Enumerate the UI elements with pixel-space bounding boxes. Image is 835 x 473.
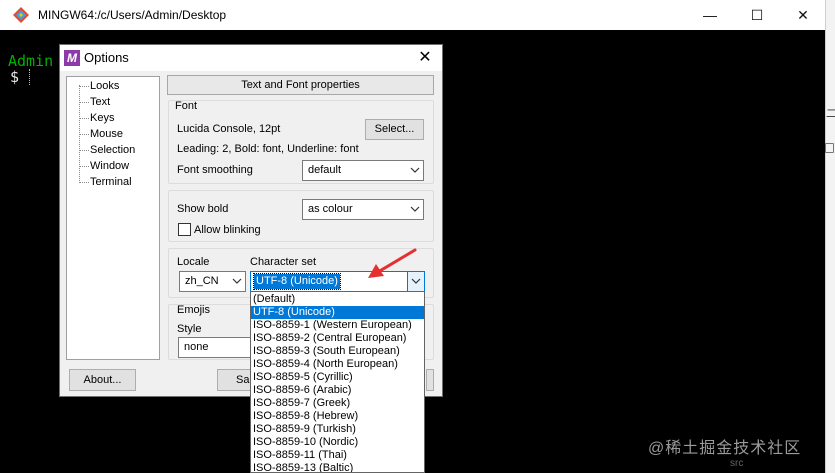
background-bottom-fragment: src: [730, 458, 744, 469]
close-icon[interactable]: ✕: [414, 47, 436, 69]
chevron-down-icon: [406, 200, 423, 219]
locale-value: zh_CN: [185, 275, 219, 287]
locale-select[interactable]: zh_CN: [179, 271, 246, 292]
locale-label: Locale: [177, 256, 210, 268]
show-bold-label: Show bold: [177, 203, 229, 215]
charset-option[interactable]: ISO-8859-13 (Baltic): [251, 462, 424, 472]
tree-branch: [79, 102, 89, 103]
tree-item-mouse[interactable]: Mouse: [90, 128, 123, 140]
tree-branch: [79, 118, 89, 119]
emoji-style-label: Style: [177, 323, 202, 335]
background-text-fragment: 二: [826, 108, 835, 120]
mintty-titlebar[interactable]: MINGW64:/c/Users/Admin/Desktop — ☐ ✕: [0, 0, 825, 30]
tree-branch: [79, 182, 89, 183]
allow-blinking-checkbox[interactable]: [178, 223, 191, 236]
font-smoothing-value: default: [308, 164, 342, 176]
charset-option[interactable]: ISO-8859-9 (Turkish): [251, 423, 424, 436]
terminal-cursor: [29, 69, 30, 85]
charset-option[interactable]: ISO-8859-11 (Thai): [251, 449, 424, 462]
font-name: Lucida Console, 12pt: [177, 123, 281, 135]
font-group-title: Font: [175, 100, 198, 112]
chevron-down-icon: [228, 272, 245, 291]
charset-option[interactable]: ISO-8859-3 (South European): [251, 345, 424, 358]
close-window-button[interactable]: ✕: [780, 0, 826, 30]
tree-item-looks[interactable]: Looks: [90, 80, 119, 92]
cancel-button-edge[interactable]: [426, 369, 434, 391]
charset-option-selected[interactable]: UTF-8 (Unicode): [251, 306, 424, 319]
tree-branch: [79, 150, 89, 151]
options-titlebar[interactable]: M Options ✕: [60, 45, 442, 71]
font-smoothing-label: Font smoothing: [177, 164, 253, 176]
tree-branch: [79, 86, 89, 87]
mintty-m-icon: M: [64, 50, 80, 66]
tree-item-selection[interactable]: Selection: [90, 144, 135, 156]
emoji-style-select[interactable]: none: [178, 337, 258, 358]
charset-option[interactable]: ISO-8859-2 (Central European): [251, 332, 424, 345]
terminal-prompt-symbol: $: [10, 68, 20, 86]
background-window-edge: [825, 0, 835, 473]
options-category-tree: Looks Text Keys Mouse Selection Window T…: [66, 76, 160, 360]
charset-option[interactable]: ISO-8859-5 (Cyrillic): [251, 371, 424, 384]
charset-value: UTF-8 (Unicode): [253, 273, 341, 290]
charset-dropdown-list[interactable]: (Default) UTF-8 (Unicode) ISO-8859-1 (We…: [250, 291, 425, 473]
background-window-icon: [825, 143, 834, 153]
tree-item-window[interactable]: Window: [90, 160, 129, 172]
red-arrow-icon: [368, 248, 417, 278]
allow-blinking-label: Allow blinking: [194, 224, 261, 236]
dialog-title: Options: [84, 50, 129, 65]
git-bash-diamond-icon: [13, 7, 29, 23]
watermark: @稀土掘金技术社区: [648, 440, 802, 457]
emoji-style-value: none: [184, 341, 209, 353]
charset-option[interactable]: ISO-8859-1 (Western European): [251, 319, 424, 332]
font-details: Leading: 2, Bold: font, Underline: font: [177, 143, 359, 155]
about-button[interactable]: About...: [69, 369, 136, 391]
panel-header: Text and Font properties: [167, 75, 434, 95]
tree-item-text[interactable]: Text: [90, 96, 110, 108]
charset-option[interactable]: (Default): [251, 293, 424, 306]
show-bold-select[interactable]: as colour: [302, 199, 424, 220]
select-font-button[interactable]: Select...: [365, 119, 424, 140]
charset-option[interactable]: ISO-8859-6 (Arabic): [251, 384, 424, 397]
chevron-down-icon: [406, 161, 423, 180]
tree-item-keys[interactable]: Keys: [90, 112, 114, 124]
tree-branch: [79, 134, 89, 135]
window-title: MINGW64:/c/Users/Admin/Desktop: [38, 8, 227, 22]
charset-option[interactable]: ISO-8859-4 (North European): [251, 358, 424, 371]
minimize-button[interactable]: —: [687, 0, 733, 30]
charset-option[interactable]: ISO-8859-10 (Nordic): [251, 436, 424, 449]
tree-branch: [79, 166, 89, 167]
show-bold-value: as colour: [308, 203, 353, 215]
tree-item-terminal[interactable]: Terminal: [90, 176, 132, 188]
font-smoothing-select[interactable]: default: [302, 160, 424, 181]
charset-option[interactable]: ISO-8859-8 (Hebrew): [251, 410, 424, 423]
charset-label: Character set: [250, 256, 317, 268]
charset-option[interactable]: ISO-8859-7 (Greek): [251, 397, 424, 410]
maximize-button[interactable]: ☐: [734, 0, 780, 30]
emojis-group-title: Emojis: [177, 304, 211, 316]
